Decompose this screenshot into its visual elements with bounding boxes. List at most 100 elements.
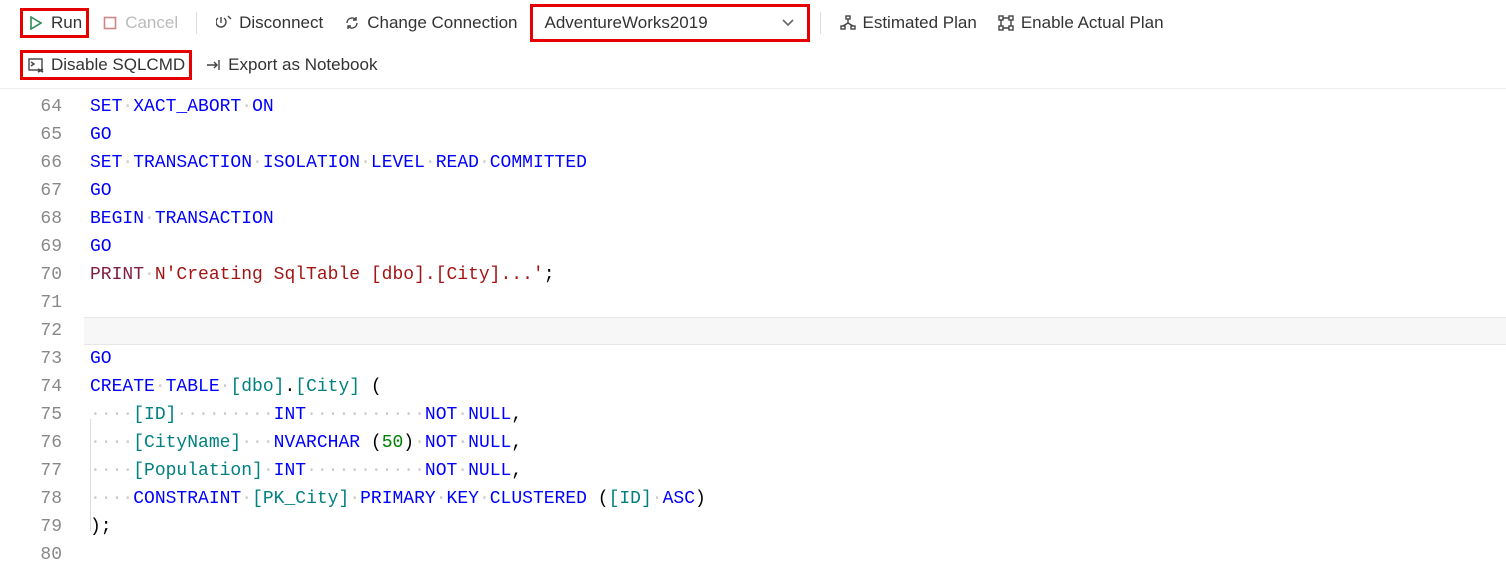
token: ··· [241, 433, 273, 453]
editor-line[interactable]: 78····CONSTRAINT·[PK_City]·PRIMARY·KEY·C… [0, 485, 1506, 513]
token: · [144, 265, 155, 285]
plan-grid-icon [997, 14, 1015, 32]
line-number: 64 [0, 93, 84, 121]
token: · [436, 489, 447, 509]
code-content[interactable]: BEGIN·TRANSACTION [84, 205, 1506, 233]
estimated-plan-button[interactable]: Estimated Plan [831, 9, 985, 37]
disable-sqlcmd-button[interactable]: Disable SQLCMD [20, 50, 192, 80]
line-number: 66 [0, 149, 84, 177]
line-number: 78 [0, 485, 84, 513]
change-connection-button[interactable]: Change Connection [335, 9, 525, 37]
token: · [122, 97, 133, 117]
token: ) [695, 489, 706, 509]
editor-line[interactable]: 74CREATE·TABLE·[dbo].[City] ( [0, 373, 1506, 401]
sql-editor[interactable]: 64SET·XACT_ABORT·ON65GO66SET·TRANSACTION… [0, 89, 1506, 569]
separator [196, 12, 197, 34]
actual-plan-label: Enable Actual Plan [1021, 13, 1164, 33]
disconnect-label: Disconnect [239, 13, 323, 33]
token: LEVEL [371, 153, 425, 173]
editor-line[interactable]: 67GO [0, 177, 1506, 205]
token: PRIMARY [360, 489, 436, 509]
token: [ID] [133, 405, 176, 425]
editor-line[interactable]: 71 [0, 289, 1506, 317]
token: , [511, 433, 522, 453]
editor-line[interactable]: 64SET·XACT_ABORT·ON [0, 93, 1506, 121]
token: ( [360, 377, 382, 397]
editor-line[interactable]: 79); [0, 513, 1506, 541]
token: · [360, 153, 371, 173]
editor-line[interactable]: 65GO [0, 121, 1506, 149]
code-content[interactable]: PRINT·N'Creating SqlTable [dbo].[City]..… [84, 261, 1506, 289]
token: ···· [90, 461, 133, 481]
run-button[interactable]: Run [20, 8, 89, 38]
code-content[interactable]: GO [84, 177, 1506, 205]
change-connection-label: Change Connection [367, 13, 517, 33]
editor-line[interactable]: 75····[ID]·········INT···········NOT·NUL… [0, 401, 1506, 429]
cancel-label: Cancel [125, 13, 178, 33]
actual-plan-button[interactable]: Enable Actual Plan [989, 9, 1172, 37]
token: · [425, 153, 436, 173]
code-content[interactable]: SET·TRANSACTION·ISOLATION·LEVEL·READ·COM… [84, 149, 1506, 177]
token: NULL [468, 405, 511, 425]
code-content[interactable]: ····[ID]·········INT···········NOT·NULL, [84, 401, 1506, 429]
editor-line[interactable]: 70PRINT·N'Creating SqlTable [dbo].[City]… [0, 261, 1506, 289]
token: GO [90, 125, 112, 145]
line-number: 72 [0, 317, 84, 345]
database-dropdown[interactable]: AdventureWorks2019 [530, 4, 810, 42]
token: · [349, 489, 360, 509]
token: ···· [90, 489, 133, 509]
line-number: 79 [0, 513, 84, 541]
code-content[interactable]: GO [84, 345, 1506, 373]
code-content[interactable] [84, 317, 1506, 345]
editor-line[interactable]: 77····[Population]·INT···········NOT·NUL… [0, 457, 1506, 485]
code-content[interactable]: CREATE·TABLE·[dbo].[City] ( [84, 373, 1506, 401]
editor-line[interactable]: 69 GO [0, 233, 1506, 261]
token: [City] [295, 377, 360, 397]
token: · [479, 153, 490, 173]
token: · [652, 489, 663, 509]
editor-line[interactable]: 66SET·TRANSACTION·ISOLATION·LEVEL·READ·C… [0, 149, 1506, 177]
editor-line[interactable]: 80 [0, 541, 1506, 569]
code-content[interactable]: GO [84, 233, 1506, 261]
editor-line[interactable]: 76····[CityName]···NVARCHAR (50)·NOT·NUL… [0, 429, 1506, 457]
code-content[interactable]: SET·XACT_ABORT·ON [84, 93, 1506, 121]
token: NULL [468, 461, 511, 481]
token: · [241, 97, 252, 117]
sqlcmd-icon [27, 56, 45, 74]
token: · [144, 209, 155, 229]
export-notebook-label: Export as Notebook [228, 55, 377, 75]
editor-line[interactable]: 68BEGIN·TRANSACTION [0, 205, 1506, 233]
code-content[interactable]: GO [84, 121, 1506, 149]
disconnect-button[interactable]: Disconnect [207, 9, 331, 37]
token: · [241, 489, 252, 509]
line-number: 70 [0, 261, 84, 289]
token: N'Creating SqlTable [dbo].[City]...' [155, 265, 544, 285]
token: [ID] [609, 489, 652, 509]
token: ········· [176, 405, 273, 425]
line-number: 75 [0, 401, 84, 429]
plan-tree-icon [839, 14, 857, 32]
token: [PK_City] [252, 489, 349, 509]
line-number: 71 [0, 289, 84, 317]
token: ); [90, 517, 112, 537]
token: COMMITTED [490, 153, 587, 173]
code-content[interactable]: ····[Population]·INT···········NOT·NULL, [84, 457, 1506, 485]
token: ) [403, 433, 414, 453]
code-content[interactable]: ); [84, 513, 1506, 541]
token: CREATE [90, 377, 155, 397]
code-content[interactable]: ····CONSTRAINT·[PK_City]·PRIMARY·KEY·CLU… [84, 485, 1506, 513]
export-icon [204, 56, 222, 74]
code-content[interactable]: ····[CityName]···NVARCHAR (50)·NOT·NULL, [84, 429, 1506, 457]
editor-line[interactable]: 72 [0, 317, 1506, 345]
line-number: 73 [0, 345, 84, 373]
token: [CityName] [133, 433, 241, 453]
query-toolbar-row-2: Disable SQLCMD Export as Notebook [0, 46, 1506, 89]
editor-line[interactable]: 73GO [0, 345, 1506, 373]
token: ( [360, 433, 382, 453]
token: , [511, 405, 522, 425]
line-number: 69 [0, 233, 84, 261]
token: · [457, 461, 468, 481]
token: GO [90, 237, 112, 257]
export-notebook-button[interactable]: Export as Notebook [196, 51, 385, 79]
token: NVARCHAR [274, 433, 360, 453]
